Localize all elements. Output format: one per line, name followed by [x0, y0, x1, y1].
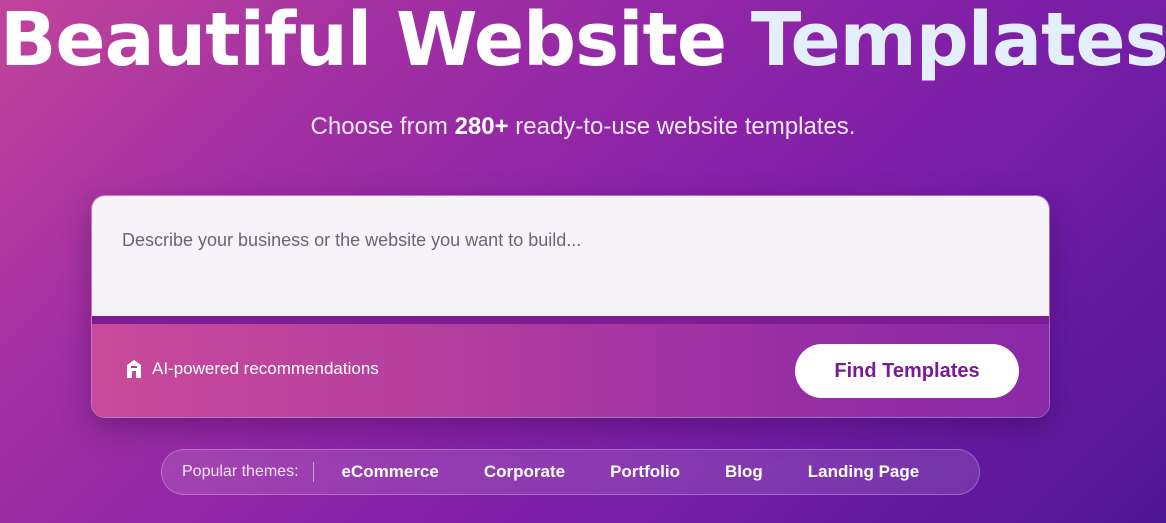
title-highlight: Templates [750, 0, 1166, 83]
popular-themes-label: Popular themes: [182, 463, 299, 480]
theme-link-corporate[interactable]: Corporate [484, 462, 565, 482]
template-count: 280+ [454, 113, 509, 140]
theme-link-portfolio[interactable]: Portfolio [610, 462, 680, 482]
page-title: Beautiful Website Templates [0, 0, 1166, 90]
popular-themes-bar: Popular themes: eCommerce Corporate Port… [161, 449, 980, 495]
subtitle-prefix: Choose from [310, 113, 455, 140]
template-search-card: AI-powered recommendations Find Template… [91, 195, 1050, 418]
subtitle-suffix: ready-to-use website templates. [508, 113, 856, 140]
theme-link-blog[interactable]: Blog [725, 462, 763, 482]
search-footer: AI-powered recommendations Find Template… [92, 324, 1049, 417]
title-primary: Beautiful Website [0, 0, 727, 83]
business-description-input[interactable] [92, 196, 1049, 316]
theme-link-landing-page[interactable]: Landing Page [808, 462, 919, 482]
ai-note-label: AI-powered recommendations [152, 359, 379, 378]
themes-divider [312, 462, 314, 482]
theme-link-ecommerce[interactable]: eCommerce [342, 462, 439, 482]
find-templates-button[interactable]: Find Templates [795, 344, 1019, 398]
card-divider [92, 316, 1049, 324]
ai-recommendations-note: AI-powered recommendations [126, 359, 379, 379]
hero-subtitle: Choose from 280+ ready-to-use website te… [0, 110, 1166, 144]
house-icon [127, 360, 141, 378]
